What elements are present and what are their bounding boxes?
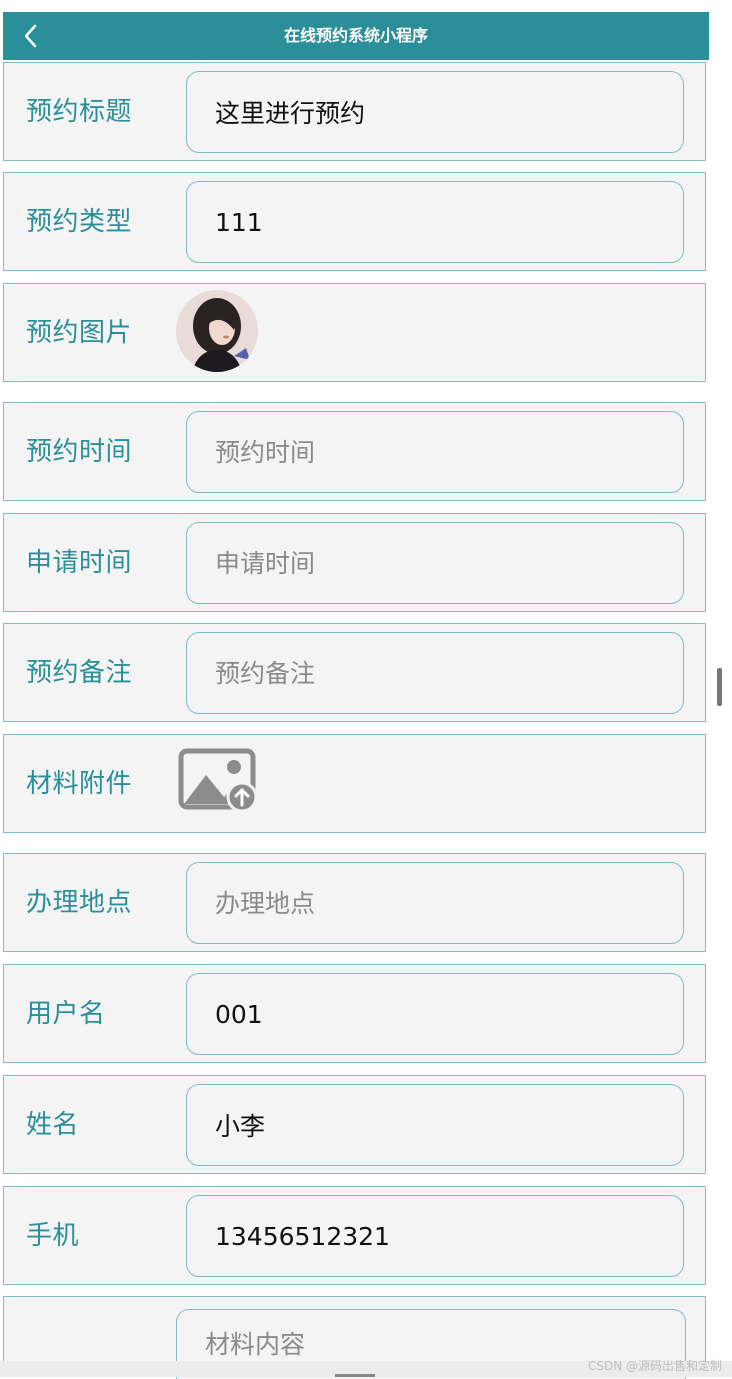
form-row-remark: 预约备注 [3,623,706,722]
location-label: 办理地点 [26,888,133,918]
page-title: 在线预约系统小程序 [283,26,428,45]
form-row-material [3,1296,706,1379]
title-label: 预约标题 [26,97,133,127]
location-input[interactable] [186,862,684,944]
apply-time-input[interactable] [186,522,684,604]
phone-input[interactable] [186,1195,684,1277]
image-label: 预约图片 [26,318,133,348]
form-row-image: 预约图片 [3,283,706,382]
type-input[interactable] [186,181,684,263]
portrait-image [176,290,258,372]
form-row-type: 预约类型 [3,172,706,271]
form-row-title: 预约标题 [3,62,706,161]
name-input[interactable] [186,1084,684,1166]
remark-input[interactable] [186,632,684,714]
apply-time-label: 申请时间 [26,548,133,578]
username-label: 用户名 [26,999,106,1029]
title-input[interactable] [186,71,684,153]
attachment-upload-button[interactable] [176,747,258,815]
name-label: 姓名 [26,1110,80,1140]
time-label: 预约时间 [26,437,133,467]
watermark: CSDN @源码出售和定制 [587,1359,722,1373]
scrollbar-thumb[interactable] [717,668,722,706]
attachment-label: 材料附件 [26,769,133,799]
image-upload-icon [178,748,258,813]
remark-label: 预约备注 [26,658,133,688]
form-row-location: 办理地点 [3,853,706,952]
top-navigation-bar: 在线预约系统小程序 [3,12,709,60]
form-row-time: 预约时间 [3,402,706,501]
form-row-username: 用户名 [3,964,706,1063]
phone-label: 手机 [26,1221,80,1251]
form-row-name: 姓名 [3,1075,706,1174]
form-row-phone: 手机 [3,1186,706,1285]
type-label: 预约类型 [26,207,133,237]
appointment-image-avatar[interactable] [176,290,258,372]
form-row-apply-time: 申请时间 [3,513,706,612]
time-input[interactable] [186,411,684,493]
username-input[interactable] [186,973,684,1055]
form-row-attachment: 材料附件 [3,734,706,833]
